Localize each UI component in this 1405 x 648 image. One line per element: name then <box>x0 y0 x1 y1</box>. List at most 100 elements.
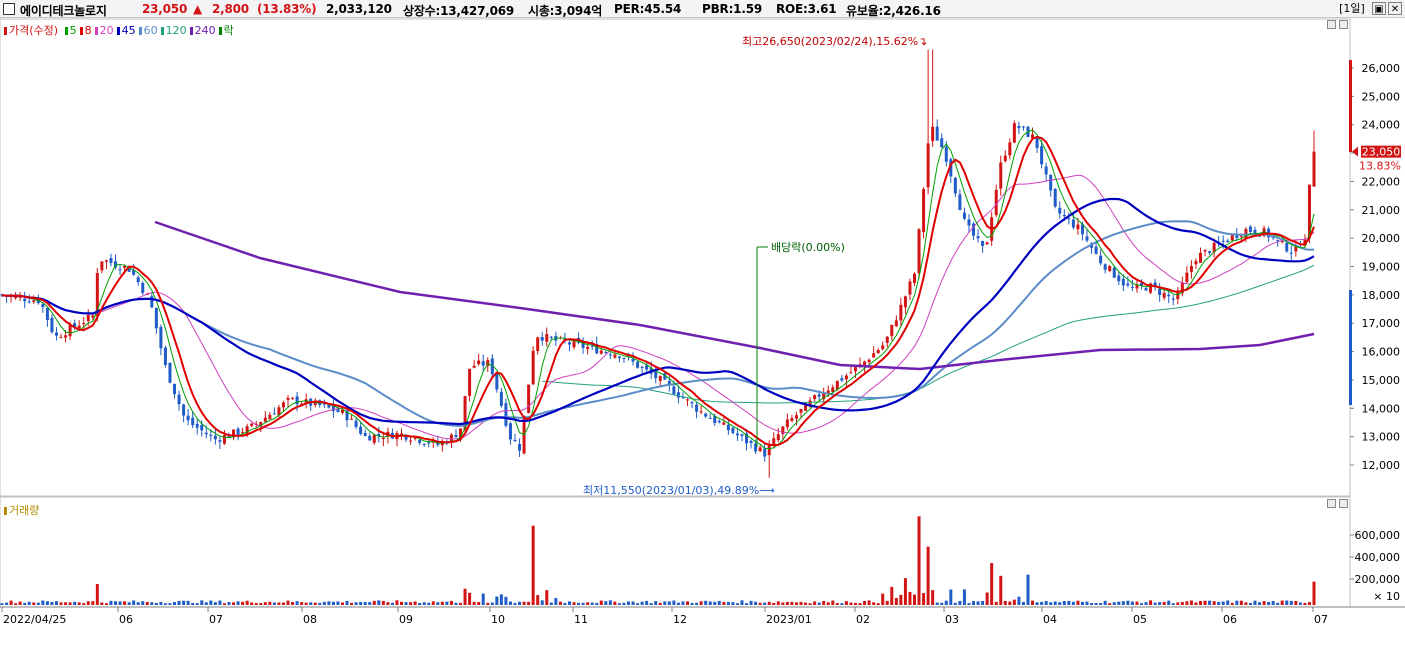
volume-bar <box>141 601 145 605</box>
volume-bar <box>50 601 54 605</box>
volume-bar <box>858 603 862 605</box>
volume-bar <box>218 600 222 605</box>
candle-body <box>59 337 63 339</box>
volume-bar <box>272 602 276 605</box>
volume-bar <box>1267 601 1271 605</box>
volume-bar <box>853 602 857 605</box>
volume-bar <box>300 602 304 605</box>
candle-body <box>422 443 426 445</box>
volume-bar <box>418 603 422 605</box>
volume-bar <box>1008 601 1012 605</box>
volume-bar <box>1180 601 1184 605</box>
volume-bar <box>1044 600 1048 605</box>
candle-body <box>45 308 49 320</box>
volume-bar <box>390 602 394 605</box>
candle-body <box>740 434 744 436</box>
candle-body <box>722 422 726 425</box>
stock-chart[interactable]: 26,00025,00024,00023,00022,00021,00020,0… <box>0 0 1405 648</box>
candle-body <box>840 378 844 381</box>
current-price-text: 23,050 <box>1362 146 1401 159</box>
volume-bar <box>222 603 226 605</box>
volume-bar <box>381 600 385 605</box>
candle-body <box>785 419 789 428</box>
candle-body <box>1067 218 1071 220</box>
volume-bar <box>1085 601 1089 605</box>
candle-body <box>513 439 517 442</box>
volume-bar <box>268 601 272 605</box>
candle-body <box>867 359 871 363</box>
ma60-line <box>1 220 1315 427</box>
candle-body <box>295 396 299 405</box>
volume-bar <box>463 588 467 605</box>
candle-body <box>54 332 58 336</box>
volume-bar <box>622 602 626 605</box>
volume-bar <box>82 603 86 605</box>
candle-body <box>350 418 354 420</box>
candle-body <box>608 354 612 356</box>
volume-bar <box>953 602 957 605</box>
candle-body <box>86 314 90 322</box>
volume-bar <box>145 602 149 605</box>
volume-bar <box>1076 600 1080 605</box>
candle-body <box>572 340 576 348</box>
candle-body <box>291 397 295 399</box>
volume-bar <box>722 602 726 605</box>
candle-body <box>1208 251 1212 253</box>
volume-bar <box>459 602 463 605</box>
volume-bar <box>681 601 685 605</box>
price-tick-label: 25,000 <box>1362 90 1401 103</box>
volume-bar <box>1121 601 1125 605</box>
volume-bar <box>254 603 258 605</box>
volume-bar <box>781 602 785 605</box>
candle-body <box>340 409 344 413</box>
volume-bar <box>1194 602 1198 605</box>
volume-bar <box>291 602 295 605</box>
volume-bar <box>1212 601 1216 605</box>
candle-body <box>908 281 912 295</box>
volume-bar <box>912 594 916 605</box>
volume-bar <box>1071 601 1075 605</box>
volume-bar <box>1280 600 1284 605</box>
volume-bar <box>1067 600 1071 605</box>
candle-body <box>250 423 254 426</box>
candle-body <box>876 349 880 354</box>
x-tick-label: 2023/01 <box>766 613 812 626</box>
volume-bar <box>617 603 621 605</box>
candle-body <box>336 408 340 412</box>
volume-bar <box>767 601 771 605</box>
volume-bar <box>1239 600 1243 605</box>
volume-bar <box>313 602 317 605</box>
candle-body <box>599 350 603 354</box>
candle-body <box>935 126 939 141</box>
candle-body <box>536 337 540 351</box>
candle-body <box>477 360 481 365</box>
volume-bar <box>754 601 758 605</box>
volume-bar <box>695 602 699 605</box>
volume-bar <box>713 601 717 605</box>
candle-body <box>1185 272 1189 283</box>
candle-body <box>899 304 903 321</box>
volume-bar <box>1162 602 1166 605</box>
candle-body <box>1248 226 1252 232</box>
volume-bar <box>186 600 190 605</box>
candle-body <box>27 301 31 303</box>
volume-bar <box>935 602 939 605</box>
volume-bar <box>822 600 826 605</box>
volume-bar <box>377 600 381 605</box>
volume-bar <box>132 600 136 605</box>
volume-bar <box>958 600 962 605</box>
volume-bar <box>985 592 989 605</box>
volume-bar <box>676 602 680 605</box>
volume-bar <box>1130 601 1134 605</box>
volume-bar <box>672 600 676 605</box>
candle-body <box>1194 260 1198 265</box>
candle-body <box>613 354 617 358</box>
candle-body <box>1276 240 1280 242</box>
candle-body <box>272 413 276 415</box>
candle-body <box>708 417 712 419</box>
volume-bar <box>508 601 512 605</box>
candle-body <box>549 336 553 338</box>
volume-bar <box>1244 602 1248 605</box>
volume-bar <box>949 589 953 605</box>
volume-bar <box>1117 601 1121 605</box>
